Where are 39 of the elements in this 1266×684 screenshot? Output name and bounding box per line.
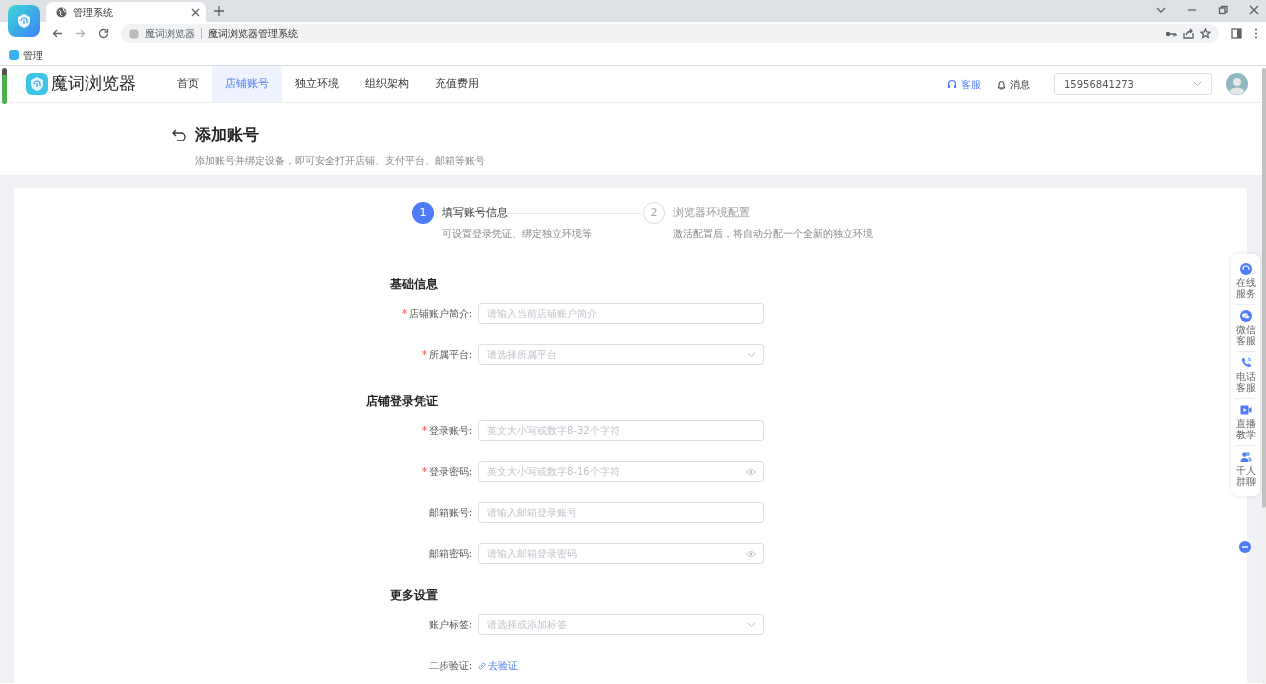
section-title: 更多设置 bbox=[389, 587, 438, 604]
browser-tab[interactable]: 管理系统 bbox=[46, 2, 206, 22]
page-title: 魔词浏览器管理系统 bbox=[208, 27, 299, 41]
field-label: 所属平台: bbox=[421, 347, 472, 362]
tool-label[interactable]: 微信客服 bbox=[1235, 324, 1256, 346]
tool-label[interactable]: 千人群聊 bbox=[1235, 465, 1256, 487]
tool-label[interactable]: 电话客服 bbox=[1235, 371, 1256, 393]
site-name: 魔词浏览器 bbox=[145, 28, 202, 39]
step-title: 浏览器环境配置 bbox=[673, 205, 750, 221]
address-bar[interactable]: 魔词浏览器 魔词浏览器管理系统 bbox=[121, 24, 1219, 43]
field-label: 登录密码: bbox=[421, 464, 472, 479]
bookmark[interactable]: 管理 bbox=[9, 47, 43, 63]
field-label: 邮箱账号: bbox=[428, 506, 472, 520]
section-title: 店铺登录凭证 bbox=[365, 393, 438, 410]
tab-title: 管理系统 bbox=[73, 5, 114, 20]
nav-tab[interactable]: 店铺账号 bbox=[212, 66, 282, 102]
nav-tab[interactable]: 充值费用 bbox=[422, 66, 492, 102]
page-title: 添加账号 bbox=[195, 124, 259, 146]
field-label: 登录账号: bbox=[421, 423, 472, 438]
step-number: 1 bbox=[412, 202, 434, 224]
messages-link[interactable]: 消息 bbox=[997, 76, 1030, 92]
field-label: 二步验证: bbox=[428, 659, 472, 673]
logo-text: 魔词浏览器 bbox=[51, 72, 136, 96]
step-description: 可设置登录凭证、绑定独立环境等 bbox=[442, 227, 593, 241]
nav-tab[interactable]: 组织架构 bbox=[352, 66, 422, 102]
field-label: 邮箱密码: bbox=[428, 547, 472, 561]
tool-label[interactable]: 直播教学 bbox=[1235, 418, 1256, 440]
field-label: 账户标签: bbox=[428, 618, 472, 632]
tool-label[interactable]: 在线服务 bbox=[1235, 277, 1256, 299]
account-select[interactable]: 15956841273 bbox=[1054, 73, 1212, 95]
service-link[interactable]: 客服 bbox=[947, 76, 981, 92]
step-description: 激活配置后，将自动分配一个全新的独立环境 bbox=[673, 227, 873, 241]
nav-tab[interactable]: 首页 bbox=[164, 66, 212, 102]
nav-tab[interactable]: 独立环境 bbox=[282, 66, 352, 102]
verify-link[interactable]: 去验证 bbox=[478, 658, 518, 673]
step-title: 填写账号信息 bbox=[442, 205, 508, 221]
section-title: 基础信息 bbox=[389, 276, 438, 293]
page-subtitle: 添加账号并绑定设备，即可安全打开店铺、支付平台、邮箱等账号 bbox=[195, 154, 486, 168]
field-label: 店铺账户简介: bbox=[401, 306, 472, 321]
